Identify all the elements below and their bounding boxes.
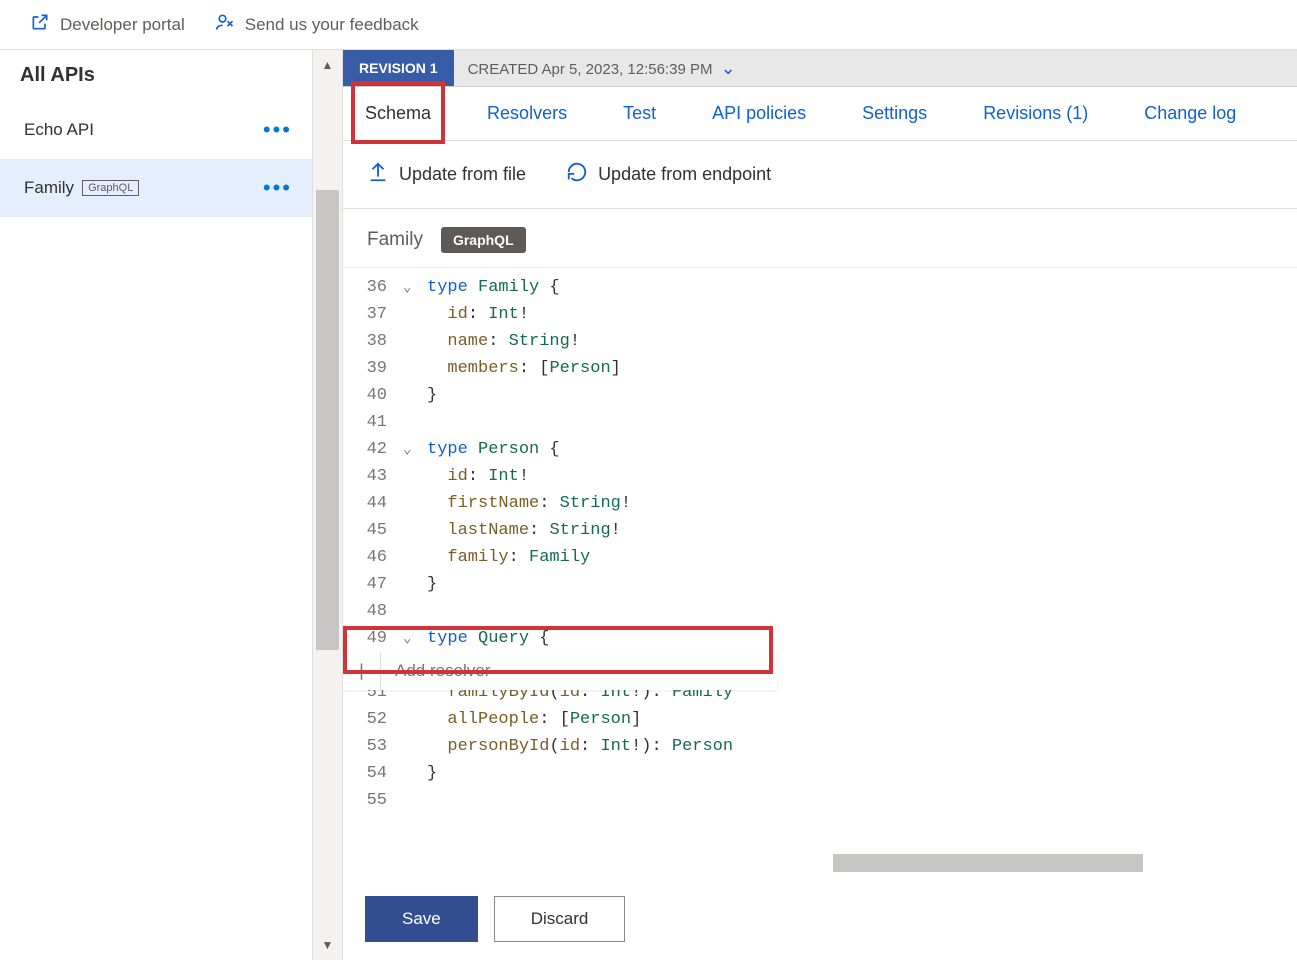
refresh-icon (566, 161, 588, 188)
code-content: } (427, 764, 1297, 783)
code-line[interactable]: 52 allPeople: [Person] (343, 706, 1297, 733)
code-line[interactable]: 42⌄type Person { (343, 436, 1297, 463)
update-from-endpoint-button[interactable]: Update from endpoint (566, 161, 771, 188)
code-line[interactable]: 48 (343, 598, 1297, 625)
code-line[interactable]: 45 lastName: String! (343, 517, 1297, 544)
line-number: 48 (343, 602, 403, 621)
discard-button[interactable]: Discard (494, 896, 626, 942)
sidebar-scrollbar[interactable]: ▲ ▼ (313, 50, 343, 960)
graphql-badge: GraphQL (82, 180, 139, 196)
api-name: Family (24, 178, 74, 198)
upload-icon (367, 161, 389, 188)
sidebar-item-family[interactable]: Family GraphQL ••• (0, 159, 312, 217)
graphql-badge: GraphQL (441, 227, 526, 253)
line-number: 41 (343, 413, 403, 432)
line-number: 42 (343, 440, 403, 459)
tab-test[interactable]: Test (619, 87, 660, 140)
sidebar-title: All APIs (0, 50, 312, 101)
code-line[interactable]: 37 id: Int! (343, 301, 1297, 328)
code-content: allPeople: [Person] (427, 710, 1297, 729)
api-name: Echo API (24, 120, 94, 140)
line-number: 43 (343, 467, 403, 486)
code-line[interactable]: 36⌄type Family { (343, 274, 1297, 301)
code-line[interactable]: 55 (343, 787, 1297, 814)
code-line[interactable]: 54} (343, 760, 1297, 787)
code-line[interactable]: 53 personById(id: Int!): Person (343, 733, 1297, 760)
code-content: id: Int! (427, 467, 1297, 486)
update-from-file-button[interactable]: Update from file (367, 161, 526, 188)
code-content: personById(id: Int!): Person (427, 737, 1297, 756)
line-number: 37 (343, 305, 403, 324)
more-icon[interactable]: ••• (263, 119, 292, 141)
code-line[interactable]: 43 id: Int! (343, 463, 1297, 490)
line-number: 39 (343, 359, 403, 378)
code-line[interactable]: 40} (343, 382, 1297, 409)
code-content: family: Family (427, 548, 1297, 567)
tab-resolvers[interactable]: Resolvers (483, 87, 571, 140)
line-number: 44 (343, 494, 403, 513)
sidebar-item-echo-api[interactable]: Echo API ••• (0, 101, 312, 159)
code-content: members: [Person] (427, 359, 1297, 378)
tab-api-policies[interactable]: API policies (708, 87, 810, 140)
chevron-down-icon: ⌄ (721, 58, 736, 78)
feedback-icon (215, 12, 235, 37)
save-button[interactable]: Save (365, 896, 478, 942)
line-number: 54 (343, 764, 403, 783)
tab-settings[interactable]: Settings (858, 87, 931, 140)
editor-hscroll[interactable] (833, 854, 1143, 872)
code-content: lastName: String! (427, 521, 1297, 540)
code-line[interactable]: 47} (343, 571, 1297, 598)
footer-actions: Save Discard (343, 878, 1297, 960)
scroll-down-icon[interactable]: ▼ (322, 938, 334, 952)
api-title: Family (367, 229, 423, 251)
line-number: 36 (343, 278, 403, 297)
code-line[interactable]: 44 firstName: String! (343, 490, 1297, 517)
line-number: 53 (343, 737, 403, 756)
more-icon[interactable]: ••• (263, 177, 292, 199)
code-content: } (427, 575, 1297, 594)
top-links-bar: Developer portal Send us your feedback (0, 0, 1297, 50)
line-number: 38 (343, 332, 403, 351)
feedback-link[interactable]: Send us your feedback (215, 12, 419, 37)
code-content: type Person { (427, 440, 1297, 459)
external-link-icon (30, 12, 50, 37)
feedback-label: Send us your feedback (245, 15, 419, 35)
api-sidebar: All APIs Echo API ••• Family GraphQL ••• (0, 50, 313, 960)
developer-portal-label: Developer portal (60, 15, 185, 35)
code-line[interactable]: 41 (343, 409, 1297, 436)
api-header: Family GraphQL (343, 209, 1297, 267)
revision-created[interactable]: CREATED Apr 5, 2023, 12:56:39 PM ⌄ (454, 58, 750, 79)
code-content: firstName: String! (427, 494, 1297, 513)
code-content: name: String! (427, 332, 1297, 351)
line-number: 45 (343, 521, 403, 540)
line-number: 46 (343, 548, 403, 567)
line-number: 47 (343, 575, 403, 594)
scroll-thumb[interactable] (316, 190, 339, 650)
code-line[interactable]: 39 members: [Person] (343, 355, 1297, 382)
scroll-up-icon[interactable]: ▲ (322, 58, 334, 72)
code-line[interactable]: 38 name: String! (343, 328, 1297, 355)
line-number: 55 (343, 791, 403, 810)
tab-change-log[interactable]: Change log (1140, 87, 1240, 140)
developer-portal-link[interactable]: Developer portal (30, 12, 185, 37)
tab-schema[interactable]: Schema (361, 87, 435, 140)
fold-icon[interactable]: ⌄ (403, 279, 427, 296)
code-line[interactable]: 46 family: Family (343, 544, 1297, 571)
code-content: type Family { (427, 278, 1297, 297)
revision-bar: REVISION 1 CREATED Apr 5, 2023, 12:56:39… (343, 50, 1297, 87)
tabs-bar: Schema Resolvers Test API policies Setti… (343, 87, 1297, 141)
fold-icon[interactable]: ⌄ (403, 441, 427, 458)
schema-actions: Update from file Update from endpoint (343, 141, 1297, 209)
line-number: 40 (343, 386, 403, 405)
schema-editor[interactable]: ＋ Add resolver 36⌄type Family {37 id: In… (343, 267, 1297, 878)
line-number: 52 (343, 710, 403, 729)
tab-revisions[interactable]: Revisions (1) (979, 87, 1092, 140)
code-content: } (427, 386, 1297, 405)
highlight-box (343, 626, 773, 674)
code-content: id: Int! (427, 305, 1297, 324)
